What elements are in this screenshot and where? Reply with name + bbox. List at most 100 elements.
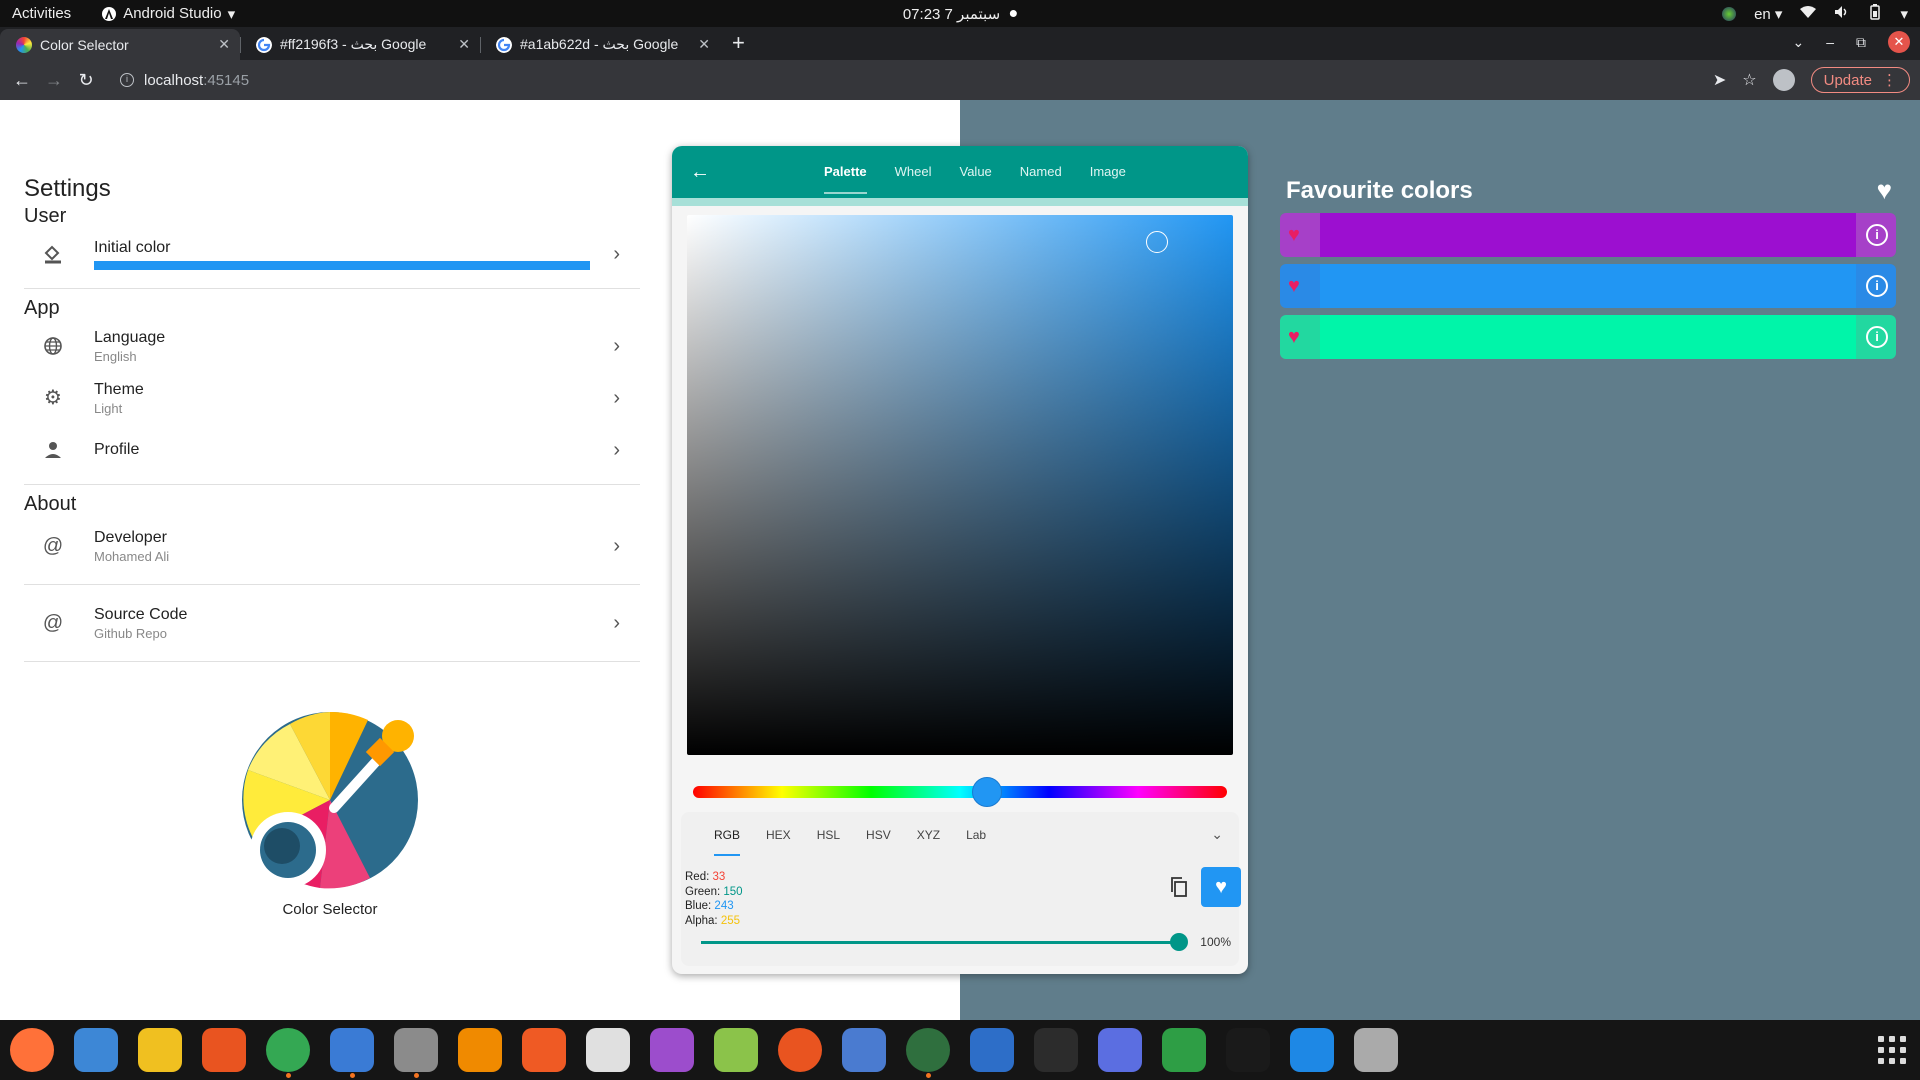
heart-icon[interactable]: ♥ [1288,224,1300,246]
minimize-icon[interactable]: – [1826,34,1834,50]
value-tab-rgb[interactable]: RGB [701,812,753,858]
files-icon[interactable] [394,1028,438,1078]
hue-slider[interactable] [693,777,1227,807]
sv-cursor[interactable] [1145,231,1168,253]
value-tab-xyz[interactable]: XYZ [904,812,953,858]
value-tab-hex[interactable]: HEX [753,812,804,858]
bookmark-star-icon[interactable]: ☆ [1742,70,1756,90]
setting-theme[interactable]: ⚙ Theme Light › [24,372,640,424]
profile-avatar-icon[interactable] [1772,69,1795,91]
firefox-icon[interactable] [10,1028,54,1072]
volume-icon[interactable] [1834,5,1850,23]
activities-button[interactable]: Activities [12,5,71,22]
picker-tab-palette[interactable]: Palette [810,146,881,198]
info-icon[interactable]: i [1866,224,1888,246]
setting-source-code[interactable]: @ Source Code Github Repo › [24,593,640,653]
picker-tab-wheel[interactable]: Wheel [881,146,946,198]
at-sign-icon: @ [42,612,64,634]
intellij-icon[interactable] [1226,1028,1270,1072]
gimp-icon[interactable] [906,1028,950,1078]
send-to-device-icon[interactable]: ➤ [1713,70,1726,90]
picker-tab-named[interactable]: Named [1006,146,1076,198]
android-icon[interactable] [714,1028,758,1072]
vscode-icon[interactable] [1290,1028,1334,1072]
picker-tab-bar: Palette Wheel Value Named Image [810,146,1140,198]
chevron-down-icon[interactable]: ⌄ [1211,826,1223,843]
hue-slider-thumb[interactable] [971,777,1002,807]
saturation-value-area[interactable] [687,215,1233,755]
back-arrow-icon[interactable]: ← [690,161,710,184]
value-tab-hsv[interactable]: HSV [853,812,904,858]
tab-close-icon[interactable]: ✕ [218,36,230,53]
android-studio-icon[interactable] [330,1028,374,1078]
browser-tab-color-selector[interactable]: Color Selector ✕ [0,29,240,60]
clock[interactable]: 07:23 7 سبتمبر [903,5,1018,23]
updater-icon[interactable] [1354,1028,1398,1072]
browser-tab-google-search-1[interactable]: #ff2196f3 - بحث Google ✕ [240,29,480,60]
setting-developer[interactable]: @ Developer Mohamed Ali › [24,516,640,576]
tab-close-icon[interactable]: ✕ [458,36,470,53]
address-bar[interactable]: i localhost:45145 [110,65,1810,95]
tab-search-chevron-icon[interactable]: ⌄ [1792,34,1804,51]
writer-icon[interactable] [970,1028,1014,1072]
rhythmbox-icon[interactable] [138,1028,182,1072]
at-sign-icon: @ [42,535,64,557]
alpha-slider[interactable]: 100% [701,932,1231,952]
screenshot-icon[interactable] [1098,1028,1142,1072]
copy-icon[interactable] [1169,876,1191,898]
alpha-slider-thumb[interactable] [1170,933,1188,951]
thunderbird-icon[interactable] [74,1028,118,1072]
setting-initial-color[interactable]: Initial color › [24,228,640,280]
color-selector-favicon-icon [16,36,32,53]
alpha-percent: 100% [1200,935,1231,949]
color-values-panel: RGB HEX HSL HSV XYZ Lab ⌄ Red: 33 Green: 150 … [681,812,1241,966]
favourite-color-swatch[interactable] [1320,315,1856,359]
restore-icon[interactable]: ⧉ [1856,34,1866,51]
heart-icon[interactable]: ♥ [1288,275,1300,297]
power-menu-icon[interactable]: ▾ [1900,5,1908,23]
show-applications-icon[interactable] [1878,1036,1906,1064]
favourite-color-row[interactable]: ♥ i [1280,315,1896,359]
value-tab-hsl[interactable]: HSL [804,812,853,858]
site-info-icon[interactable]: i [120,73,134,87]
picker-tab-value[interactable]: Value [946,146,1006,198]
app-center-icon[interactable] [202,1028,246,1072]
green-label: Green: [685,885,721,898]
chrome-icon[interactable] [266,1028,310,1078]
new-tab-plus-icon[interactable]: + [732,30,745,56]
vlc-icon[interactable] [458,1028,502,1072]
favourite-color-row[interactable]: ♥ i [1280,213,1896,257]
close-window-icon[interactable]: ✕ [1888,31,1910,53]
app-menu[interactable]: Android Studio ▾ [101,5,235,23]
add-favourite-button[interactable]: ♥ [1201,867,1241,907]
info-icon[interactable]: i [1866,275,1888,297]
forward-arrow-icon[interactable]: → [38,70,70,91]
gimp-tray-icon[interactable] [1722,6,1737,21]
terminal-icon[interactable] [1034,1028,1078,1072]
ubuntu-icon[interactable] [778,1028,822,1072]
battery-icon[interactable] [1868,3,1882,24]
video-player-icon[interactable] [650,1028,694,1072]
inkscape-pen-icon[interactable] [522,1028,566,1072]
wifi-icon[interactable] [1800,5,1817,23]
tasks-icon[interactable] [842,1028,886,1072]
language-indicator[interactable]: en ▾ [1754,5,1782,23]
reader-icon[interactable] [586,1028,630,1072]
tab-close-icon[interactable]: ✕ [698,36,710,53]
calc-icon[interactable] [1162,1028,1206,1072]
heart-icon[interactable]: ♥ [1288,326,1300,348]
back-arrow-icon[interactable]: ← [6,70,38,91]
value-tab-lab[interactable]: Lab [953,812,999,858]
info-icon[interactable]: i [1866,326,1888,348]
favourite-color-row[interactable]: ♥ i [1280,264,1896,308]
favourite-color-swatch[interactable] [1320,213,1856,257]
alpha-slider-track [701,941,1179,944]
setting-language[interactable]: Language English › [24,320,640,372]
browser-tab-google-search-2[interactable]: #a1ab622d - بحث Google ✕ [480,29,720,60]
setting-profile[interactable]: Profile › [24,424,640,476]
favourite-color-swatch[interactable] [1320,264,1856,308]
reload-icon[interactable]: ↻ [70,70,102,91]
update-button[interactable]: Update ⋮ [1810,67,1910,93]
heart-icon[interactable]: ♥ [1877,175,1892,206]
picker-tab-image[interactable]: Image [1076,146,1140,198]
